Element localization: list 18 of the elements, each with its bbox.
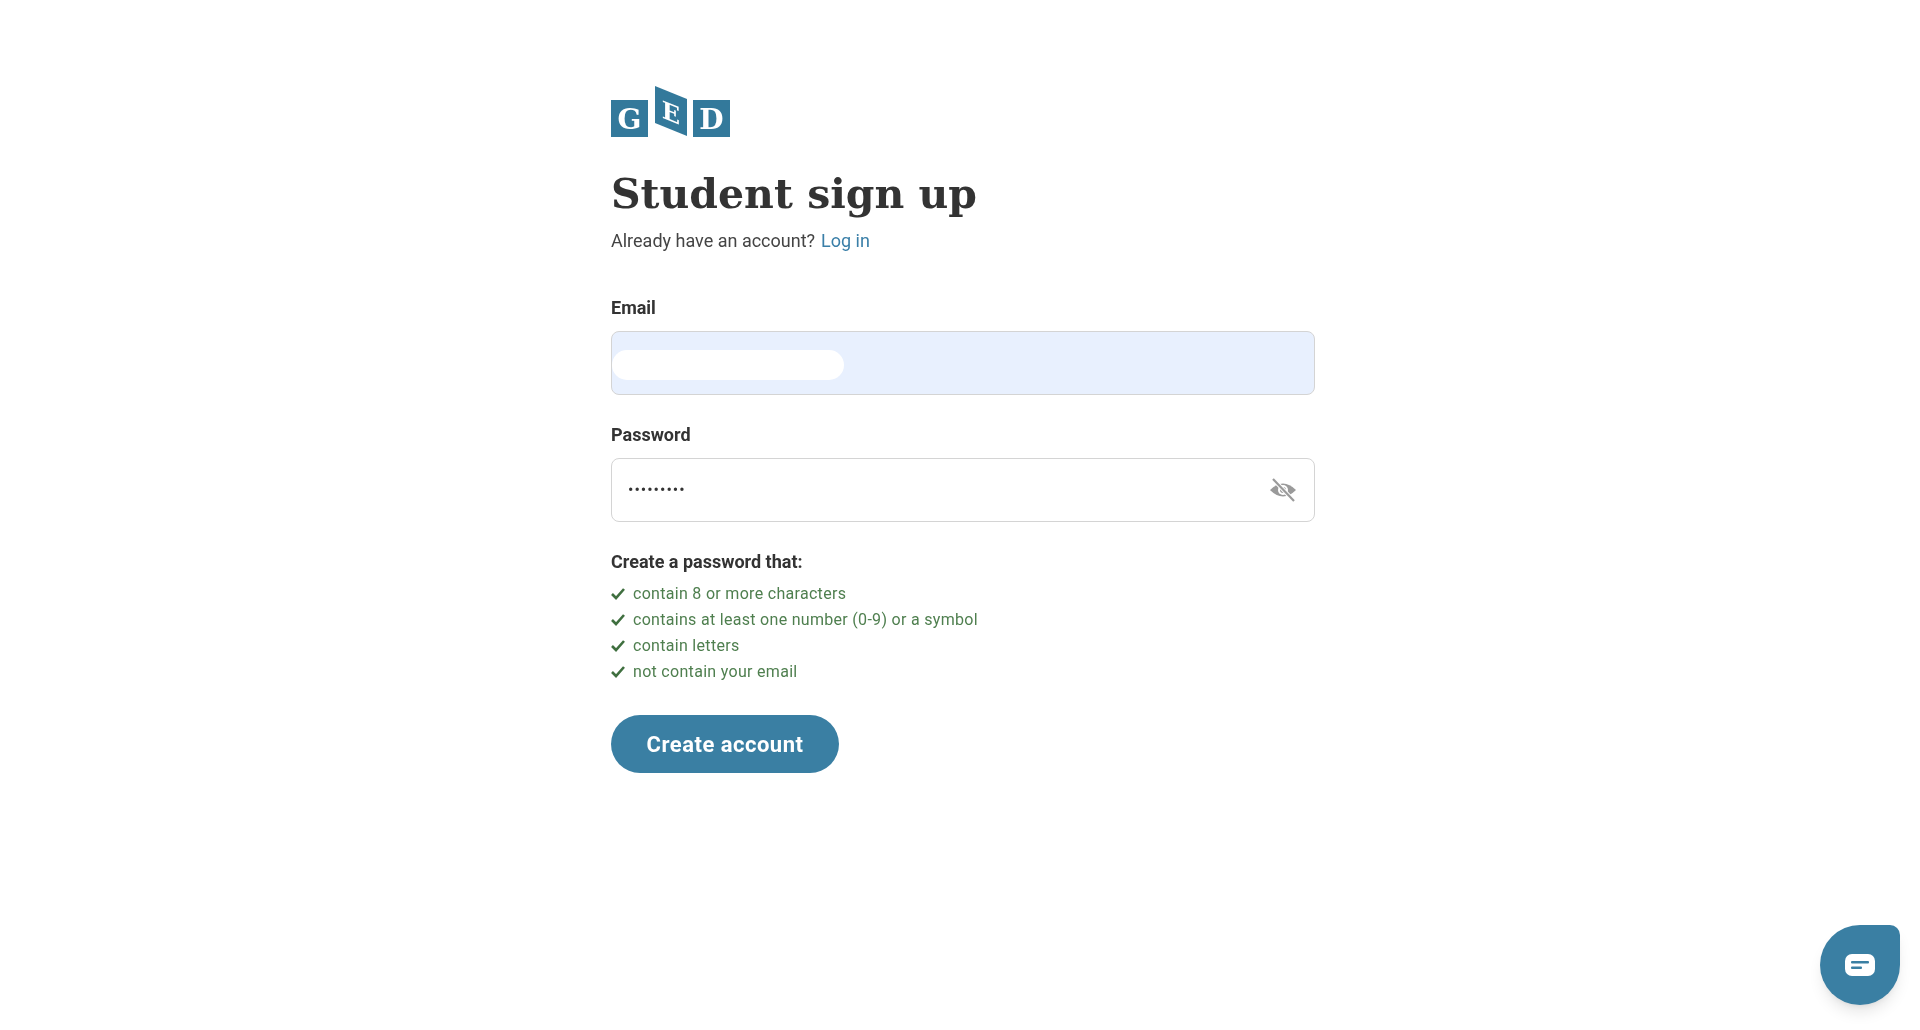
login-prompt: Already have an account? bbox=[611, 229, 816, 253]
requirements-heading: Create a password that: bbox=[611, 550, 803, 574]
requirement-text: contains at least one number (0-9) or a symbol bbox=[633, 609, 978, 631]
password-field[interactable]: ••••••••• bbox=[611, 458, 1315, 522]
hide-password-icon[interactable] bbox=[1268, 477, 1298, 503]
masked-password: ••••••••• bbox=[628, 479, 686, 501]
chat-icon bbox=[1845, 954, 1875, 976]
create-account-button[interactable]: Create account bbox=[611, 715, 839, 773]
login-link[interactable]: Log in bbox=[821, 228, 870, 254]
requirement-text: contain letters bbox=[633, 635, 740, 657]
chat-button[interactable] bbox=[1820, 925, 1900, 1005]
email-field[interactable] bbox=[611, 331, 1315, 395]
password-label: Password bbox=[611, 423, 691, 447]
requirement-text: not contain your email bbox=[633, 661, 798, 683]
page-title: Student sign up bbox=[611, 169, 978, 220]
ged-logo: G E D bbox=[611, 86, 731, 138]
email-label: Email bbox=[611, 296, 656, 320]
requirement-text: contain 8 or more characters bbox=[633, 583, 847, 605]
